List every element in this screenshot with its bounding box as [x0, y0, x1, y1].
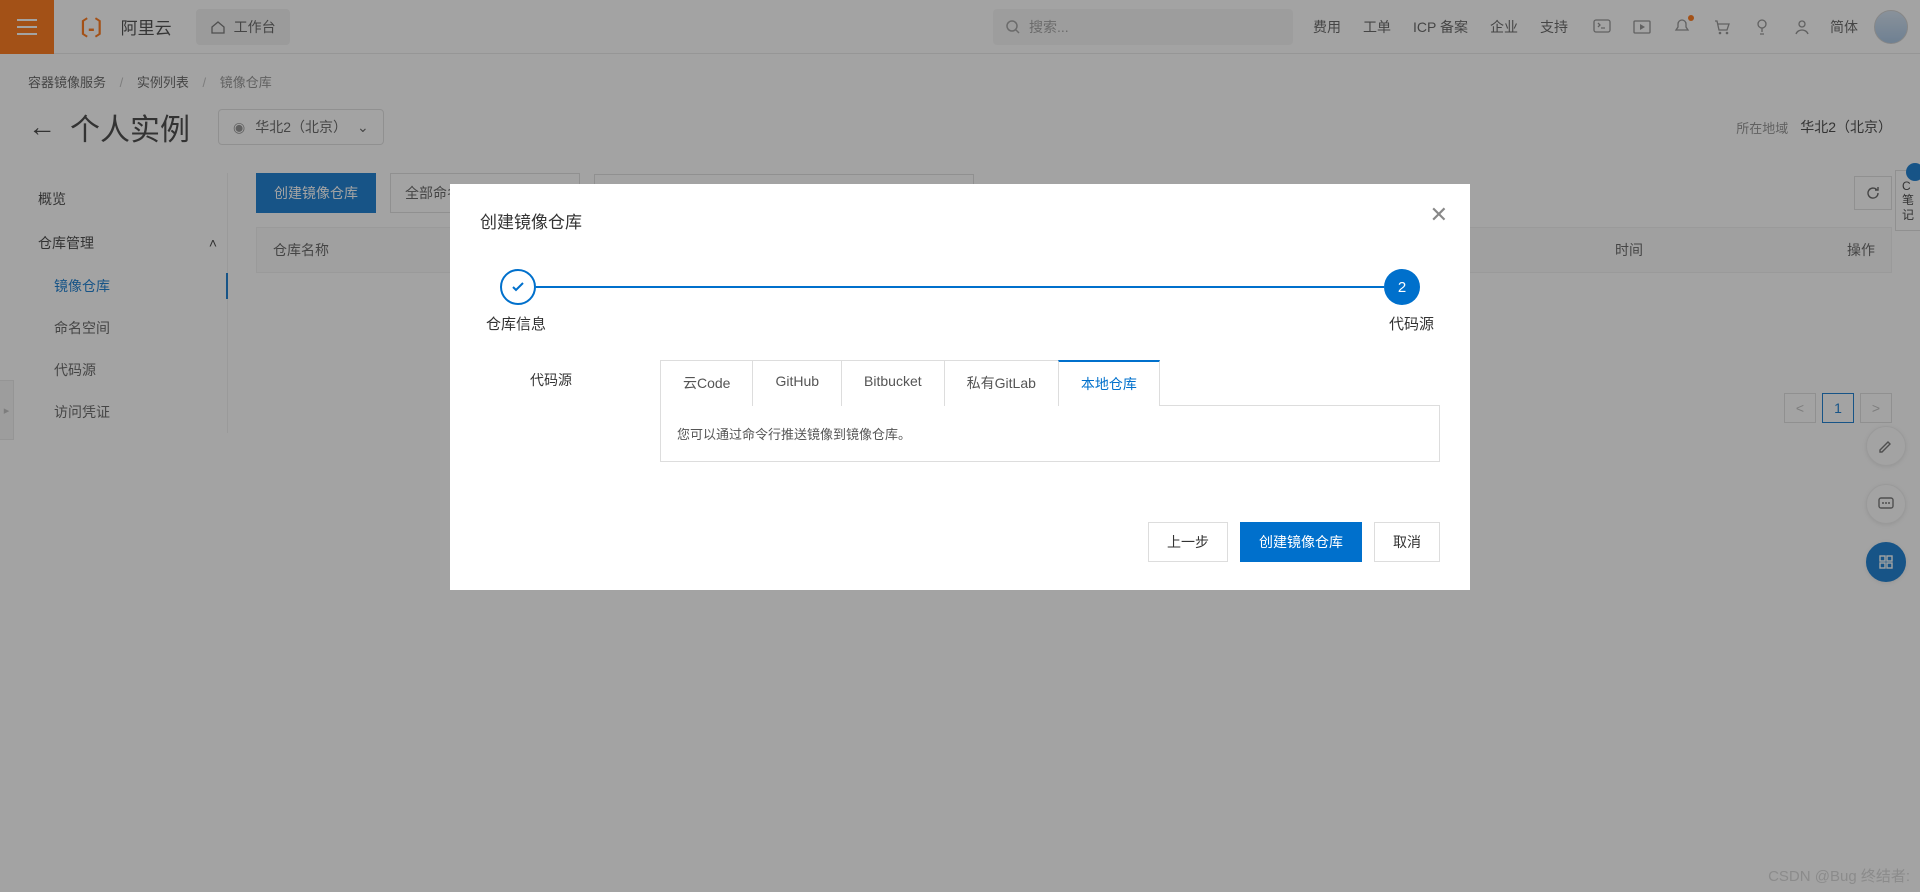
modal-footer: 上一步 创建镜像仓库 取消 [480, 522, 1440, 562]
cancel-button[interactable]: 取消 [1374, 522, 1440, 562]
tab-private-gitlab[interactable]: 私有GitLab [944, 360, 1059, 406]
step-connector [536, 286, 1384, 288]
create-repo-modal: ✕ 创建镜像仓库 2 仓库信息 代码源 代码源 云Code GitHub Bit… [450, 184, 1470, 590]
form-row-source: 代码源 云Code GitHub Bitbucket 私有GitLab 本地仓库… [480, 360, 1440, 462]
step-labels: 仓库信息 代码源 [480, 313, 1440, 334]
step-2-circle: 2 [1384, 269, 1420, 305]
step-1-label: 仓库信息 [486, 313, 546, 334]
tab-cloud-code[interactable]: 云Code [660, 360, 753, 406]
check-icon [510, 279, 526, 295]
prev-step-button[interactable]: 上一步 [1148, 522, 1228, 562]
watermark: CSDN @Bug 终结者: [1768, 865, 1910, 886]
step-2-label: 代码源 [1389, 313, 1434, 334]
source-tabs: 云Code GitHub Bitbucket 私有GitLab 本地仓库 [660, 360, 1440, 406]
step-1-circle [500, 269, 536, 305]
tab-content: 您可以通过命令行推送镜像到镜像仓库。 [660, 406, 1440, 462]
tab-github[interactable]: GitHub [752, 360, 842, 406]
tab-local-repo[interactable]: 本地仓库 [1058, 360, 1160, 406]
create-repo-submit-button[interactable]: 创建镜像仓库 [1240, 522, 1362, 562]
modal-close-button[interactable]: ✕ [1430, 202, 1448, 228]
modal-overlay: ✕ 创建镜像仓库 2 仓库信息 代码源 代码源 云Code GitHub Bit… [0, 0, 1920, 892]
modal-title: 创建镜像仓库 [480, 208, 1440, 233]
form-label-source: 代码源 [480, 360, 660, 462]
tab-bitbucket[interactable]: Bitbucket [841, 360, 945, 406]
step-indicator: 2 [480, 269, 1440, 305]
